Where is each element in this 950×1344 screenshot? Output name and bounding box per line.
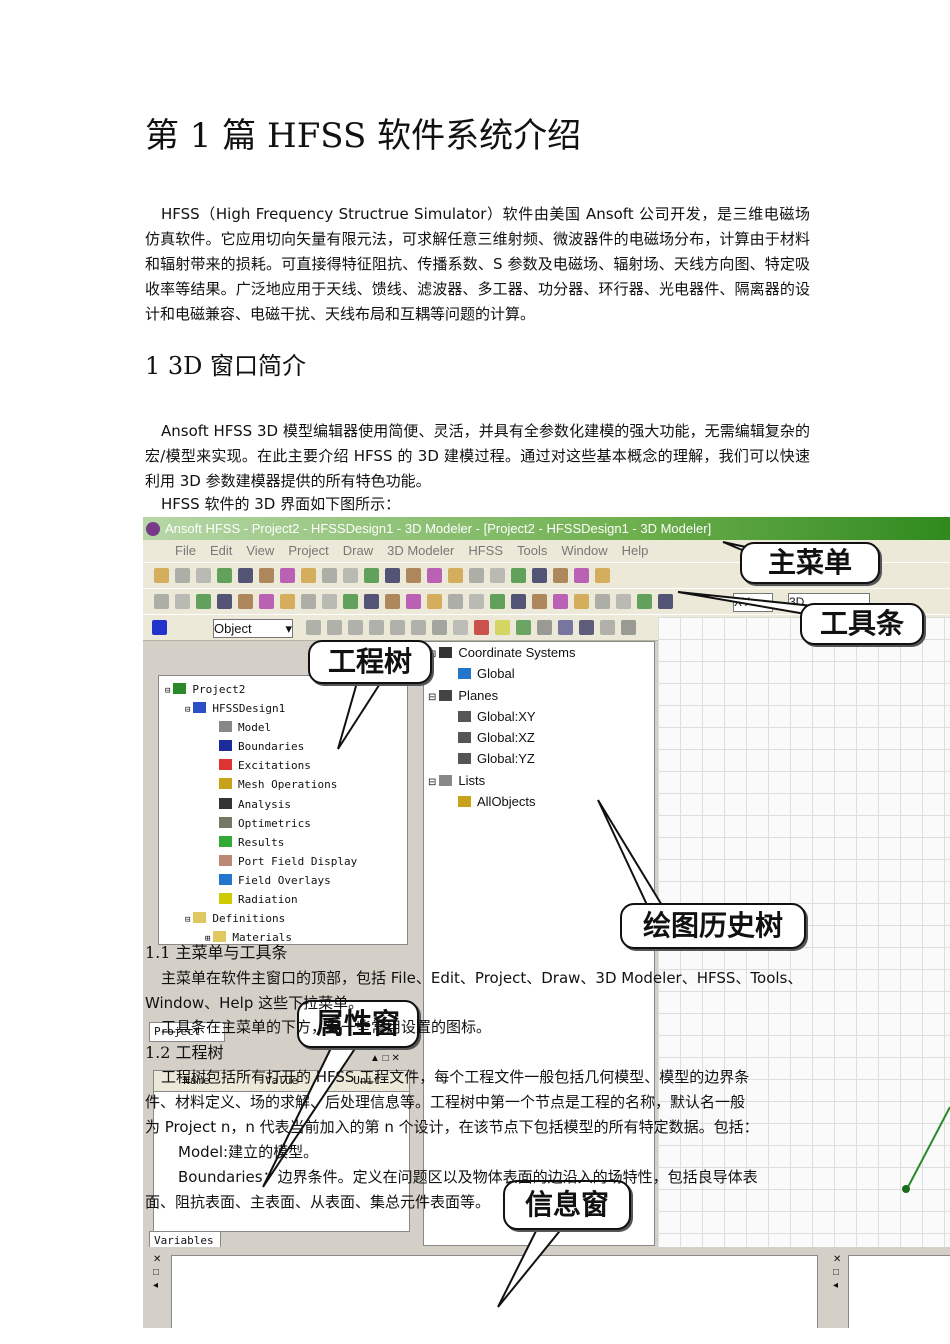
document-page: 第 1 篇 HFSS 软件系统介绍 HFSS（High Frequency St… <box>0 0 950 1344</box>
text-line: 件、材料定义、场的求解、后处理信息等。工程树中第一个节点是工程的名称，默认名一般 <box>145 1093 746 1111</box>
text-line: 主菜单在软件主窗口的顶部，包括 File、Edit、Project、Draw、3… <box>161 969 803 987</box>
callout-main-menu: 主菜单 <box>740 542 880 584</box>
page-title: 第 1 篇 HFSS 软件系统介绍 <box>145 116 582 156</box>
section-heading: 1 3D 窗口简介 <box>145 352 307 380</box>
text-line: Model:建立的模型。 <box>178 1143 319 1161</box>
intro-paragraph: HFSS（High Frequency Structrue Simulator）… <box>145 205 810 323</box>
callout-toolbar: 工具条 <box>800 603 924 645</box>
text-line: 工程树包括所有打开的 HFSS 工程文件，每个工程文件一般包括几何模型、模型的边… <box>161 1068 750 1086</box>
text-line: 工具条在主菜单的下方，是一些常用设置的图标。 <box>161 1018 492 1036</box>
text-line: 面、阻抗表面、主表面、从表面、集总元件表面等。 <box>145 1193 491 1211</box>
section-paragraph: Ansoft HFSS 3D 模型编辑器使用简便、灵活，并具有全参数化建模的强大… <box>145 422 810 490</box>
text-line: Window、Help 这些下拉菜单。 <box>145 994 364 1012</box>
callout-history-tree: 绘图历史树 <box>620 903 806 949</box>
subheading-project-tree: 1.2 工程树 <box>145 1043 224 1062</box>
subheading-menu-toolbar: 1.1 主菜单与工具条 <box>145 943 288 962</box>
text-line: Boundaries：边界条件。定义在问题区以及物体表面的边沿入的场特性，包括良… <box>178 1168 758 1186</box>
text-line: 为 Project n，n 代表当前加入的第 n 个设计，在该节点下包括模型的所… <box>145 1118 759 1136</box>
section-line: HFSS 软件的 3D 界面如下图所示： <box>161 495 401 513</box>
callout-project-tree: 工程树 <box>308 640 432 684</box>
